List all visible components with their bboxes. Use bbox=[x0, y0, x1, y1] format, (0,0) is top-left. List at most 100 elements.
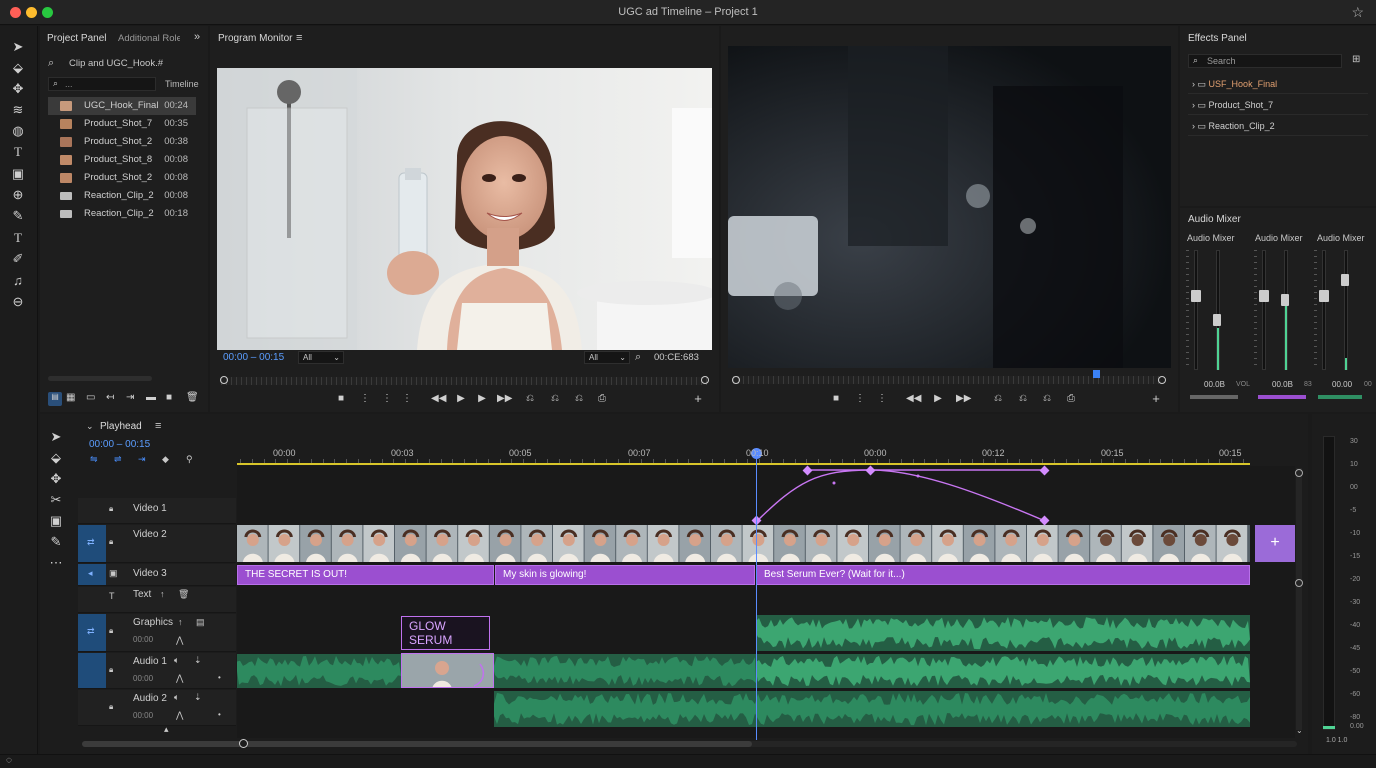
star-icon[interactable]: ☆ bbox=[1351, 4, 1364, 21]
track-select-tool-icon[interactable]: ⬙ bbox=[6, 59, 30, 77]
tab-project-panel[interactable]: Project Panel bbox=[47, 33, 106, 44]
mark-out-icon[interactable]: ⋮ bbox=[875, 392, 889, 406]
mixer-pan-knob[interactable] bbox=[1213, 314, 1221, 326]
caption-clip[interactable]: Best Serum Ever? (Wait for it...) bbox=[756, 565, 1250, 585]
timeline-menu-icon[interactable]: ≡ bbox=[155, 420, 161, 432]
stop-icon[interactable]: ■ bbox=[334, 392, 348, 406]
insert-icon[interactable]: ⎌ bbox=[991, 392, 1005, 406]
chevron-down-icon[interactable]: ⌄ bbox=[1296, 726, 1303, 735]
panel-overflow-icon[interactable]: » bbox=[194, 31, 200, 43]
mic-icon[interactable]: ⇣ bbox=[194, 655, 202, 666]
mixer-channel-bar[interactable] bbox=[1318, 395, 1362, 399]
brush-tool-icon[interactable]: ✐ bbox=[6, 250, 30, 268]
lift-icon[interactable]: ⎌ bbox=[572, 392, 586, 406]
step-back-icon[interactable]: ◀◀ bbox=[431, 392, 446, 406]
mixer-fader-knob[interactable] bbox=[1191, 290, 1201, 302]
export-frame-icon[interactable]: ⎙ bbox=[595, 392, 609, 406]
mark-out-icon[interactable]: ⋮ bbox=[380, 392, 394, 406]
new-bin-icon[interactable]: ■ bbox=[166, 392, 172, 403]
mixer-channel-bar[interactable] bbox=[1190, 395, 1238, 399]
add-button-icon[interactable]: + bbox=[1149, 392, 1163, 406]
lock-icon[interactable]: 🔒︎ bbox=[109, 537, 113, 547]
keyframe-nav-icon[interactable]: ⋀ bbox=[176, 635, 183, 646]
add-keyframe-dot[interactable]: • bbox=[218, 673, 221, 682]
mark-in-icon[interactable]: ⋮ bbox=[358, 392, 372, 406]
timeline-ruler[interactable] bbox=[237, 444, 1250, 464]
speaker-icon[interactable]: 🔈︎ bbox=[174, 655, 179, 666]
mark-clip-icon[interactable]: ⋮ bbox=[400, 392, 414, 406]
zoom-tool-icon[interactable]: ⊕ bbox=[6, 186, 30, 204]
mark-in-icon[interactable]: ⋮ bbox=[853, 392, 867, 406]
reference-start-handle[interactable] bbox=[732, 376, 740, 384]
project-bin-item[interactable]: Reaction_Clip_2 00:08 bbox=[48, 187, 196, 205]
mixer-fader-knob[interactable] bbox=[1319, 290, 1329, 302]
keyframe-nav-icon[interactable]: ⋀ bbox=[176, 710, 183, 721]
type-tool-icon[interactable]: T bbox=[6, 143, 30, 161]
trash-icon[interactable]: 🗑 bbox=[186, 392, 199, 403]
add-button-icon[interactable]: + bbox=[691, 392, 705, 406]
panel-menu-icon[interactable]: ≡ bbox=[296, 32, 302, 44]
add-clip-button[interactable]: + bbox=[1255, 525, 1295, 562]
play-reverse-icon[interactable]: ▶ bbox=[454, 392, 468, 406]
sort-icon[interactable]: ↤ bbox=[106, 392, 114, 403]
project-scrollbar[interactable] bbox=[48, 376, 152, 381]
tab-additional-role[interactable]: Additional Role bbox=[118, 33, 180, 44]
lock-icon[interactable]: 🔒︎ bbox=[109, 626, 113, 636]
caption-clip[interactable]: My skin is glowing! bbox=[495, 565, 755, 585]
razor-tool-icon[interactable]: ◍ bbox=[6, 122, 30, 140]
lock-icon[interactable]: 🔒︎ bbox=[109, 702, 113, 712]
speaker-icon[interactable]: 🔈︎ bbox=[174, 692, 179, 703]
mixer-channel-bar[interactable] bbox=[1258, 395, 1306, 399]
snap-icon[interactable]: ⇋ bbox=[90, 454, 98, 465]
lock-icon[interactable]: 🔒︎ bbox=[109, 504, 113, 514]
project-search-input[interactable]: Clip and UGC_Hook.# bbox=[69, 58, 163, 69]
timeline-move-icon[interactable]: ✥ bbox=[44, 470, 68, 488]
mic-icon[interactable]: ⇣ bbox=[194, 692, 202, 703]
chevron-up-icon[interactable]: ▴ bbox=[164, 724, 169, 735]
zoom-icon[interactable]: ⌕ bbox=[635, 351, 641, 364]
toggle-output-icon[interactable]: ▣ bbox=[109, 568, 118, 579]
freeform-view-icon[interactable]: ▭ bbox=[86, 392, 95, 403]
slip-tool-icon[interactable]: ▣ bbox=[6, 165, 30, 183]
play-icon[interactable]: ▶ bbox=[931, 392, 945, 406]
graphic-thumbnail-clip[interactable] bbox=[401, 653, 494, 688]
timeline-more-icon[interactable]: ⋯ bbox=[44, 554, 68, 572]
scroll-mid-handle[interactable] bbox=[1295, 579, 1303, 587]
lock-icon[interactable]: 🔒︎ bbox=[109, 665, 113, 675]
quality-select[interactable]: All ⌄ bbox=[584, 351, 630, 364]
program-scrub-bar[interactable] bbox=[221, 377, 707, 385]
list-view-icon[interactable]: ▤ bbox=[48, 392, 62, 406]
timeline-select-icon[interactable]: ➤ bbox=[44, 428, 68, 446]
keyframe-nav-icon[interactable]: ⋀ bbox=[176, 673, 183, 684]
step-forward-icon[interactable]: ▶▶ bbox=[956, 392, 971, 406]
effects-search-input[interactable]: ⌕ Search bbox=[1188, 54, 1342, 68]
step-forward-icon[interactable]: ▶▶ bbox=[497, 392, 512, 406]
horizontal-scroll-thumb[interactable] bbox=[82, 741, 752, 747]
wrench-icon[interactable]: ⚲ bbox=[186, 454, 193, 465]
scrub-start-handle[interactable] bbox=[220, 376, 228, 384]
timeline-track-select-icon[interactable]: ⬙ bbox=[44, 449, 68, 467]
reference-playhead-marker[interactable] bbox=[1093, 370, 1100, 378]
add-keyframe-dot[interactable]: • bbox=[218, 710, 221, 719]
up-arrow-icon[interactable]: ↑ bbox=[160, 589, 165, 599]
scrub-end-handle[interactable] bbox=[701, 376, 709, 384]
timeline-razor-icon[interactable]: ✂ bbox=[44, 491, 68, 509]
new-folder-icon[interactable]: ⊞ bbox=[1352, 54, 1360, 65]
timeline-slip-icon[interactable]: ▣ bbox=[44, 512, 68, 530]
reference-end-handle[interactable] bbox=[1158, 376, 1166, 384]
project-bin-item[interactable]: Reaction_Clip_2 00:18 bbox=[48, 205, 196, 223]
insert-icon[interactable]: ⎌ bbox=[523, 392, 537, 406]
linked-selection-icon[interactable]: ⇌ bbox=[114, 454, 122, 465]
effects-item[interactable]: › ▭ USF_Hook_Final bbox=[1188, 74, 1368, 94]
rate-stretch-tool-icon[interactable]: ≋ bbox=[6, 101, 30, 119]
timeline-pen-icon[interactable]: ✎ bbox=[44, 533, 68, 551]
keyframe-curve[interactable] bbox=[237, 462, 1250, 532]
music-tool-icon[interactable]: ♫ bbox=[6, 272, 30, 290]
chevron-down-icon[interactable]: ⌄ bbox=[86, 421, 94, 432]
mixer-pan-knob[interactable] bbox=[1341, 274, 1349, 286]
icon-view-icon[interactable]: ▦ bbox=[66, 392, 75, 403]
filter-input[interactable]: ⌕ ... bbox=[48, 77, 156, 91]
scroll-top-handle[interactable] bbox=[1295, 469, 1303, 477]
text-tool-icon[interactable]: T bbox=[6, 229, 30, 247]
up-arrow-icon[interactable]: ↑ bbox=[178, 617, 183, 627]
